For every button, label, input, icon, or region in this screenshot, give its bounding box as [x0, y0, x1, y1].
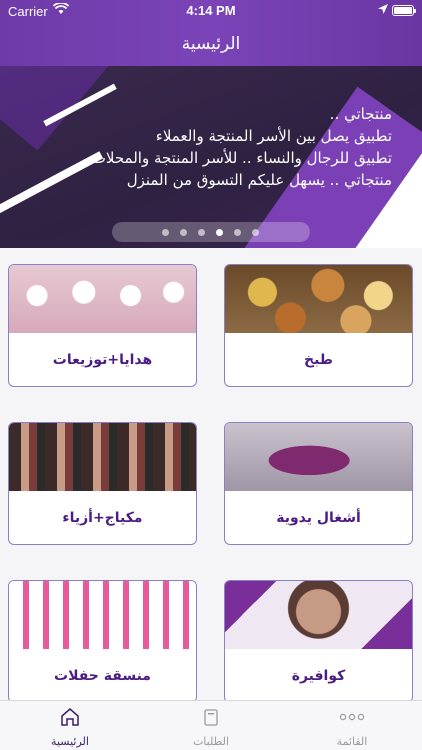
page-indicator[interactable] — [112, 222, 310, 242]
category-label: طبخ — [304, 352, 333, 368]
page-dot[interactable] — [234, 229, 241, 236]
home-icon — [61, 708, 79, 726]
category-card-gifts[interactable]: هدايا+توزيعات — [8, 264, 197, 387]
coiffure-photo — [225, 581, 412, 649]
category-label: مكياج+أزياء — [62, 510, 143, 526]
promo-banner[interactable]: منتجاتي .. تطبيق يصل بين الأسر المنتجة و… — [0, 66, 422, 248]
banner-text: منتجاتي .. تطبيق يصل بين الأسر المنتجة و… — [32, 103, 392, 191]
page-dot[interactable] — [198, 229, 205, 236]
category-label: أشغال يدوية — [276, 510, 361, 526]
page-dot[interactable] — [180, 229, 187, 236]
top-bar: Carrier 4:14 PM الرئيسية — [0, 0, 422, 66]
status-bar: Carrier 4:14 PM — [0, 0, 422, 22]
makeup-photo — [9, 423, 196, 491]
banner-line: منتجاتي .. — [329, 105, 392, 123]
page-dot[interactable] — [162, 229, 169, 236]
page-title: الرئيسية — [181, 34, 241, 54]
category-card-coiffure[interactable]: كوافيرة — [224, 580, 413, 703]
clock: 4:14 PM — [186, 3, 236, 18]
page-dot-active[interactable] — [216, 229, 223, 236]
tab-home-label: الرئيسية — [51, 735, 89, 748]
category-label: هدايا+توزيعات — [52, 352, 153, 368]
category-label: كوافيرة — [291, 668, 346, 684]
tab-orders-label: الطلبات — [192, 735, 230, 748]
banner-line: تطبيق يصل بين الأسر المنتجة والعملاء — [155, 127, 392, 145]
category-label: منسقة حفلات — [54, 668, 151, 684]
battery-icon — [392, 5, 416, 16]
tab-orders[interactable]: الطلبات — [141, 701, 281, 750]
category-card-party[interactable]: منسقة حفلات — [8, 580, 197, 703]
page-dot[interactable] — [252, 229, 259, 236]
category-card-handicrafts[interactable]: أشغال يدوية — [224, 422, 413, 545]
banner-line: تطبيق للرجال والنساء .. للأسر المنتجة وا… — [91, 149, 392, 167]
location-arrow-icon — [378, 4, 388, 14]
party-photo — [9, 581, 196, 649]
more-icon — [339, 713, 365, 721]
banner-line: منتجاتي .. يسهل عليكم التسوق من المنزل — [126, 171, 392, 189]
category-card-makeup[interactable]: مكياج+أزياء — [8, 422, 197, 545]
tab-menu[interactable]: القائمة — [282, 701, 422, 750]
tab-menu-label: القائمة — [336, 735, 368, 748]
gifts-photo — [9, 265, 196, 333]
food-photo — [225, 265, 412, 333]
tab-bar: الرئيسية الطلبات القائمة — [0, 700, 422, 750]
tab-home[interactable]: الرئيسية — [0, 701, 140, 750]
category-card-cooking[interactable]: طبخ — [224, 264, 413, 387]
handicraft-photo — [225, 423, 412, 491]
orders-icon — [204, 709, 218, 726]
